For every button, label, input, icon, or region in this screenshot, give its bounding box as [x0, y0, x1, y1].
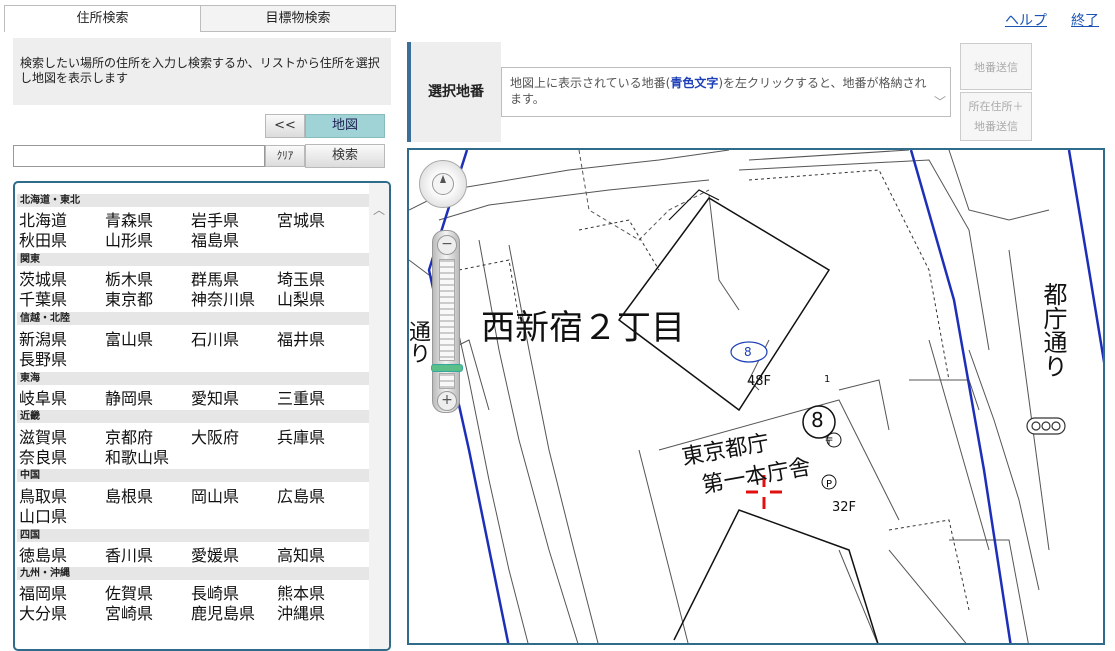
send-address-line1: 所在住所＋ — [968, 100, 1024, 113]
pref-link[interactable]: 千葉県 — [19, 291, 67, 309]
pref-link[interactable]: 新潟県 — [19, 331, 67, 349]
pref-link[interactable]: 岩手県 — [191, 212, 239, 230]
region-header: 信越・北陸 — [17, 312, 369, 325]
pref-link[interactable]: 滋賀県 — [19, 429, 67, 447]
tab-landmark-search[interactable]: 目標物検索 — [200, 5, 396, 32]
tab-underline — [200, 31, 396, 32]
pref-link[interactable]: 長野県 — [19, 351, 67, 369]
pref-link[interactable]: 鳥取県 — [19, 488, 67, 506]
pref-link[interactable]: 東京都 — [105, 291, 153, 309]
selection-text-highlight: 青色文字 — [670, 76, 719, 90]
pref-link[interactable]: 青森県 — [105, 212, 153, 230]
tab-address-search[interactable]: 住所検索 — [4, 5, 201, 32]
selection-label: 選択地番 — [411, 42, 501, 142]
send-address-lot-button[interactable]: 所在住所＋ 地番送信 — [960, 92, 1032, 141]
pref-link[interactable]: 神奈川県 — [191, 291, 255, 309]
clear-button[interactable]: ｸﾘｱ — [265, 145, 305, 167]
region-header: 中国 — [17, 469, 369, 482]
help-link[interactable]: ヘルプ — [1005, 10, 1047, 30]
pref-link[interactable]: 富山県 — [105, 331, 153, 349]
pref-link[interactable]: 石川県 — [191, 331, 239, 349]
pref-link[interactable]: 沖縄県 — [277, 605, 325, 623]
region-header: 関東 — [17, 253, 369, 266]
pref-link[interactable]: 佐賀県 — [105, 585, 153, 603]
map-lot-number[interactable]: 8 — [744, 345, 752, 359]
compass-icon[interactable] — [419, 160, 467, 208]
chevron-down-icon[interactable]: ﹀ — [934, 94, 946, 110]
prefecture-list: ︿ 北海道・東北 北海道 青森県 岩手県 宮城県 秋田県 山形県 福島県 関東 … — [13, 181, 391, 651]
send-address-line2: 地番送信 — [974, 120, 1018, 133]
pref-link[interactable]: 三重県 — [277, 390, 325, 408]
zoom-slider[interactable]: − + — [431, 230, 463, 413]
pref-link[interactable]: 愛知県 — [191, 390, 239, 408]
svg-text:P: P — [826, 479, 832, 490]
pref-link[interactable]: 秋田県 — [19, 232, 67, 250]
region-header: 四国 — [17, 529, 369, 542]
pref-link[interactable]: 山形県 — [105, 232, 153, 250]
pref-link[interactable]: 長崎県 — [191, 585, 239, 603]
pref-link[interactable]: 熊本県 — [277, 585, 325, 603]
scroll-up-icon[interactable]: ︿ — [373, 201, 385, 218]
map-street-right: 都庁通り — [1039, 282, 1067, 378]
instruction-text: 検索したい場所の住所を入力し検索するか、リストから住所を選択し地図を表示します — [13, 38, 391, 105]
map-button[interactable]: 地図 — [305, 114, 385, 138]
pref-link[interactable]: 岡山県 — [191, 488, 239, 506]
pref-link[interactable]: 福島県 — [191, 232, 239, 250]
address-search-input[interactable] — [13, 145, 265, 167]
map-floors-a: 48F — [747, 374, 772, 389]
pref-link[interactable]: 香川県 — [105, 547, 153, 565]
pref-link[interactable]: 兵庫県 — [277, 429, 325, 447]
pref-link[interactable]: 宮崎県 — [105, 605, 153, 623]
selection-lot-field[interactable]: 地図上に表示されている地番(青色文字)を左クリックすると、地番が格納されます。 … — [501, 67, 951, 117]
map-marker-small: 1 — [824, 374, 831, 385]
pref-link[interactable]: 大分県 — [19, 605, 67, 623]
pref-link[interactable]: 福岡県 — [19, 585, 67, 603]
selection-text-before: 地図上に表示されている地番( — [510, 76, 671, 90]
pref-link[interactable]: 鹿児島県 — [191, 605, 255, 623]
map-floors-b: 32F — [832, 500, 857, 515]
pref-link[interactable]: 広島県 — [277, 488, 325, 506]
region-header: 近畿 — [17, 410, 369, 423]
map-canvas: 〒 P — [409, 150, 1103, 643]
pref-link[interactable]: 京都府 — [105, 429, 153, 447]
pref-link[interactable]: 愛媛県 — [191, 547, 239, 565]
map-building-number: 8 — [811, 408, 824, 432]
exit-link[interactable]: 終了 — [1071, 10, 1099, 30]
pref-link[interactable]: 栃木県 — [105, 271, 153, 289]
pref-link[interactable]: 和歌山県 — [105, 449, 169, 467]
map-view[interactable]: 〒 P 西新宿２丁目 8 48F 1 8 32F 東京都庁 第一本庁舎 都庁通り… — [407, 148, 1105, 645]
pref-link[interactable]: 高知県 — [277, 547, 325, 565]
region-header: 九州・沖縄 — [17, 567, 369, 580]
back-button[interactable]: << — [265, 114, 305, 138]
pref-link[interactable]: 山梨県 — [277, 291, 325, 309]
pref-link[interactable]: 徳島県 — [19, 547, 67, 565]
map-street-left: 通り — [407, 320, 430, 364]
list-scrollbar[interactable] — [369, 183, 389, 649]
send-lot-button[interactable]: 地番送信 — [960, 43, 1032, 90]
region-header: 北海道・東北 — [17, 194, 369, 207]
pref-link[interactable]: 奈良県 — [19, 449, 67, 467]
pref-link[interactable]: 島根県 — [105, 488, 153, 506]
pref-link[interactable]: 大阪府 — [191, 429, 239, 447]
region-header: 東海 — [17, 372, 369, 385]
pref-link[interactable]: 福井県 — [277, 331, 325, 349]
pref-link[interactable]: 宮城県 — [277, 212, 325, 230]
search-button[interactable]: 検索 — [305, 144, 385, 168]
pref-link[interactable]: 北海道 — [19, 212, 67, 230]
pref-link[interactable]: 岐阜県 — [19, 390, 67, 408]
pref-link[interactable]: 埼玉県 — [277, 271, 325, 289]
map-district-label: 西新宿２丁目 — [481, 308, 685, 348]
pref-link[interactable]: 静岡県 — [105, 390, 153, 408]
zoom-thumb[interactable] — [431, 364, 463, 372]
svg-text:〒: 〒 — [824, 437, 834, 448]
pref-link[interactable]: 茨城県 — [19, 271, 67, 289]
zoom-in-icon[interactable]: + — [437, 391, 457, 411]
pref-link[interactable]: 群馬県 — [191, 271, 239, 289]
pref-link[interactable]: 山口県 — [19, 508, 67, 526]
zoom-out-icon[interactable]: − — [437, 235, 457, 255]
